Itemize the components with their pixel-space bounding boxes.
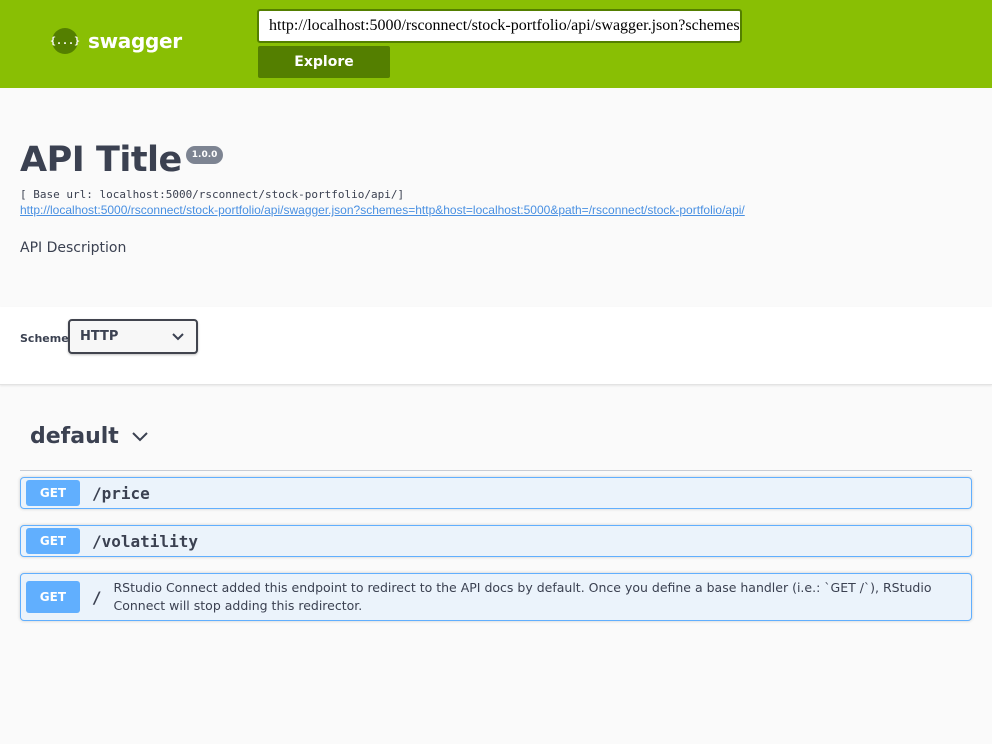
version-badge: 1.0.0 — [185, 146, 224, 164]
schemes-selected-value: HTTP — [80, 329, 119, 344]
method-badge: GET — [26, 581, 80, 613]
api-title-row: API Title 1.0.0 — [20, 140, 224, 180]
api-title: API Title — [20, 140, 182, 180]
operation-path: /price — [92, 483, 150, 503]
schemes-select[interactable]: HTTP — [68, 319, 198, 354]
schemes-label: Schemes — [20, 332, 76, 345]
operation-get-volatility[interactable]: GET /volatility — [20, 525, 972, 557]
tag-header-default[interactable]: default — [30, 424, 149, 449]
tag-divider — [20, 470, 972, 471]
tag-name: default — [30, 424, 119, 449]
topbar: {...} swagger http://localhost:5000/rsco… — [0, 0, 992, 88]
api-description: API Description — [20, 240, 127, 256]
spec-url-input[interactable]: http://localhost:5000/rsconnect/stock-po… — [257, 9, 742, 43]
method-badge: GET — [26, 480, 80, 506]
operation-path: /volatility — [92, 531, 198, 551]
operation-description: RStudio Connect added this endpoint to r… — [113, 580, 932, 613]
method-badge: GET — [26, 528, 80, 554]
swagger-logo-icon: {...} — [50, 28, 80, 54]
schemes-bar: Schemes HTTP — [0, 307, 992, 385]
chevron-down-icon — [172, 332, 184, 340]
swagger-logo-text: swagger — [88, 29, 182, 53]
spec-link[interactable]: http://localhost:5000/rsconnect/stock-po… — [20, 203, 745, 217]
chevron-down-icon — [132, 431, 148, 441]
operation-path: / — [91, 587, 102, 607]
operation-get-price[interactable]: GET /price — [20, 477, 972, 509]
operation-get-root[interactable]: GET / RStudio Connect added this endpoin… — [20, 573, 972, 621]
base-url: [ Base url: localhost:5000/rsconnect/sto… — [20, 188, 405, 201]
swagger-logo[interactable]: {...} swagger — [50, 28, 182, 54]
explore-button[interactable]: Explore — [258, 46, 390, 78]
